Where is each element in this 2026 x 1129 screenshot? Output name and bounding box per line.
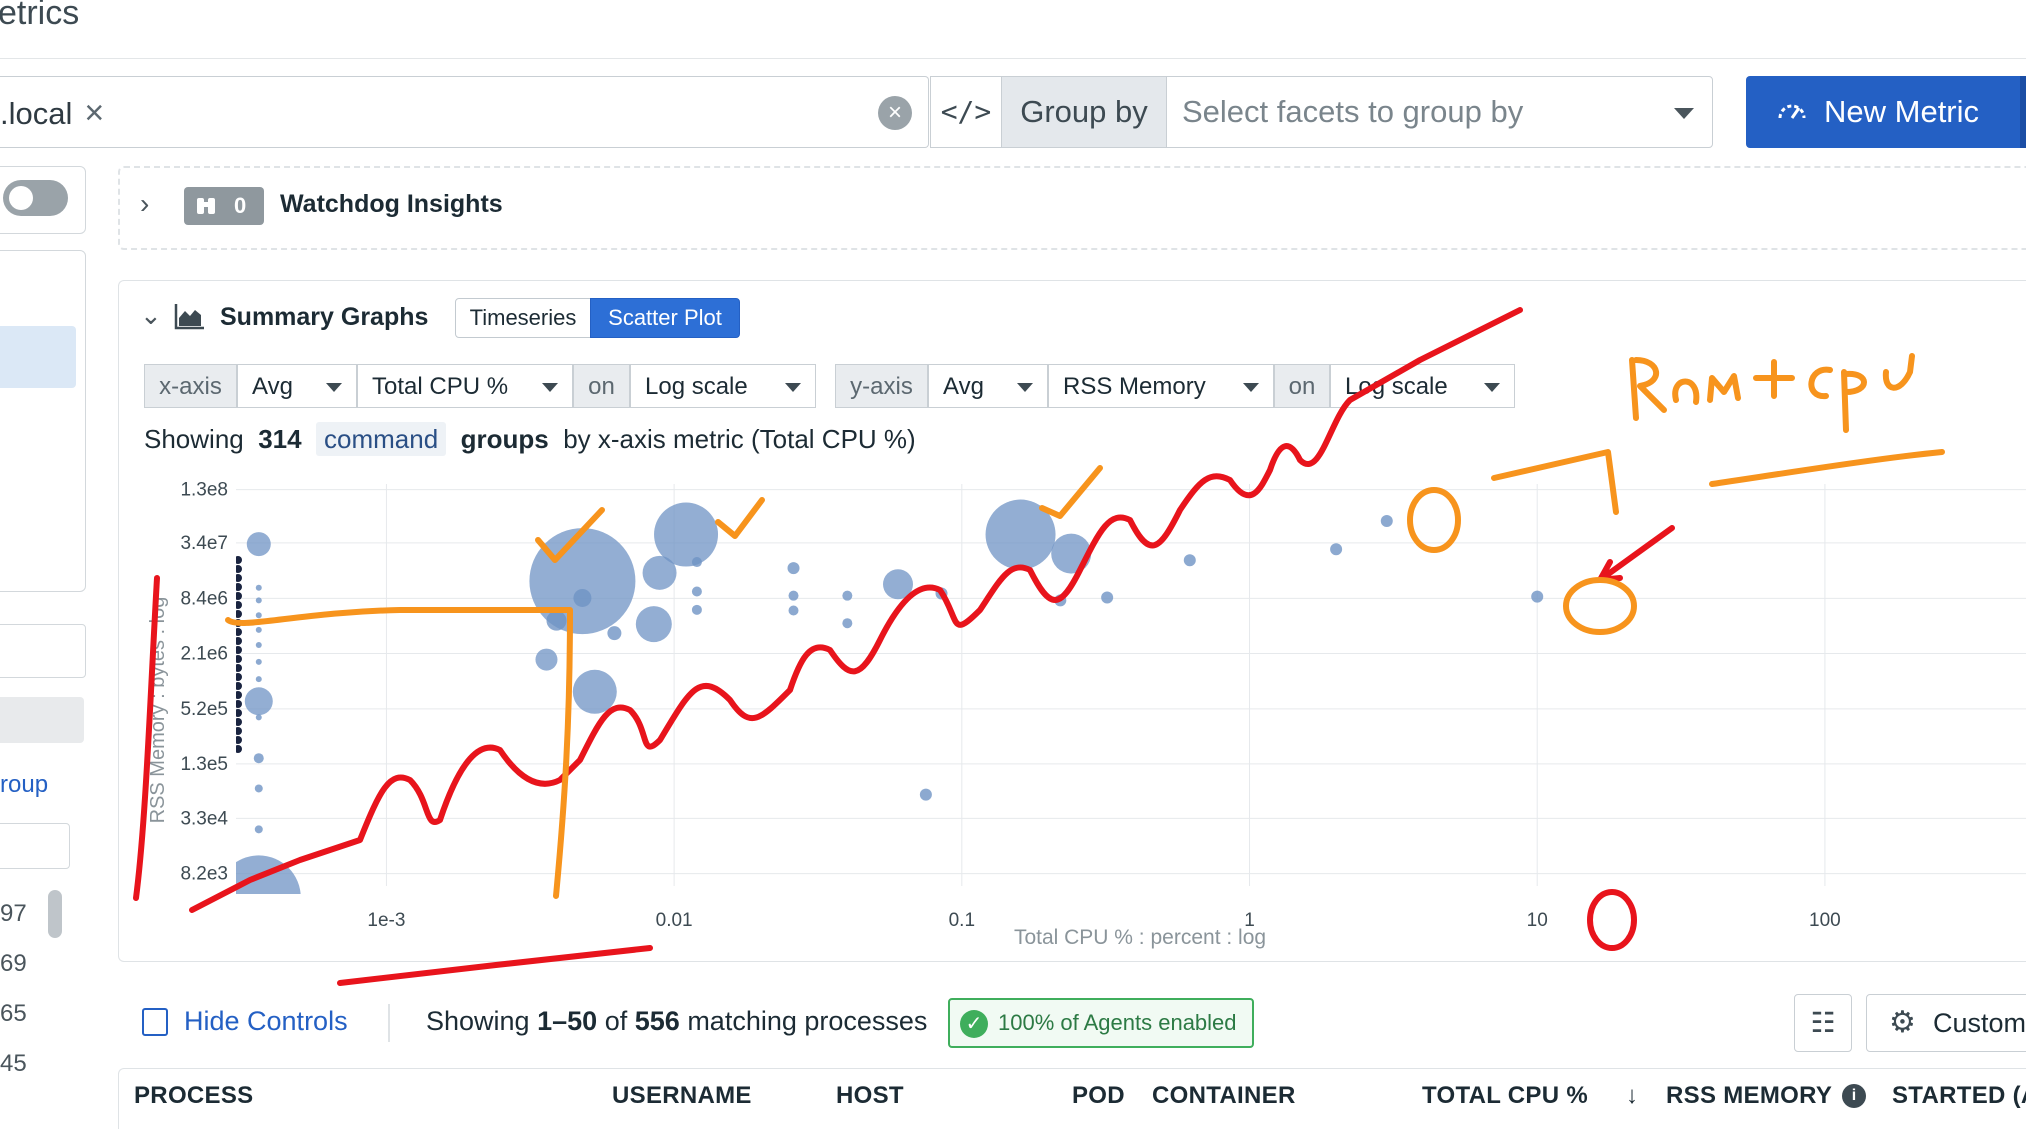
red-arrow	[1597, 525, 1675, 583]
check-circle-icon: ✓	[960, 1010, 988, 1038]
orange-check-2	[715, 497, 765, 539]
col-rss-memory[interactable]: RSS MEMORY	[1666, 1082, 1832, 1110]
showing-total: 556	[634, 1006, 680, 1036]
showing-of: of	[604, 1006, 628, 1036]
orange-bracket	[225, 607, 573, 899]
showing-pre: Showing	[426, 1006, 530, 1036]
info-icon[interactable]: i	[1842, 1084, 1866, 1108]
agents-status-label: 100% of Agents enabled	[998, 1010, 1237, 1035]
col-container[interactable]: CONTAINER	[1152, 1082, 1296, 1110]
showing-range: 1–50	[537, 1006, 598, 1036]
orange-circle-1	[1407, 487, 1461, 553]
red-underline	[337, 945, 653, 986]
vertical-divider	[388, 1004, 390, 1042]
orange-check-3	[1039, 465, 1103, 519]
red-circle	[1587, 889, 1637, 951]
red-left-bracket	[133, 575, 160, 901]
orange-handwriting	[1629, 353, 1945, 487]
col-started[interactable]: STARTED (A	[1892, 1082, 2026, 1110]
hide-controls-link[interactable]: Hide Controls	[184, 1006, 348, 1037]
col-host[interactable]: HOST	[836, 1082, 904, 1110]
hide-controls-icon[interactable]	[142, 1008, 168, 1036]
customize-button[interactable]: ⚙ Custom	[1866, 994, 2026, 1052]
sort-desc-icon[interactable]: ↓	[1626, 1082, 1638, 1110]
orange-circle-2	[1563, 577, 1637, 635]
orange-check-1	[535, 507, 605, 563]
agents-status-badge[interactable]: ✓ 100% of Agents enabled	[948, 998, 1254, 1048]
col-pod[interactable]: POD	[1072, 1082, 1125, 1110]
orange-connector	[1491, 449, 1619, 515]
sliders-icon[interactable]: ☷	[1794, 994, 1852, 1052]
customize-label: Custom	[1933, 1008, 2026, 1038]
col-total-cpu[interactable]: TOTAL CPU %	[1422, 1082, 1588, 1110]
col-process[interactable]: PROCESS	[134, 1082, 253, 1110]
col-username[interactable]: USERNAME	[612, 1082, 752, 1110]
showing-processes: Showing 1–50 of 556 matching processes	[426, 1006, 927, 1037]
gear-icon: ⚙	[1889, 1006, 1916, 1039]
annotation-overlay	[133, 307, 1945, 986]
showing-suffix: matching processes	[687, 1006, 928, 1036]
